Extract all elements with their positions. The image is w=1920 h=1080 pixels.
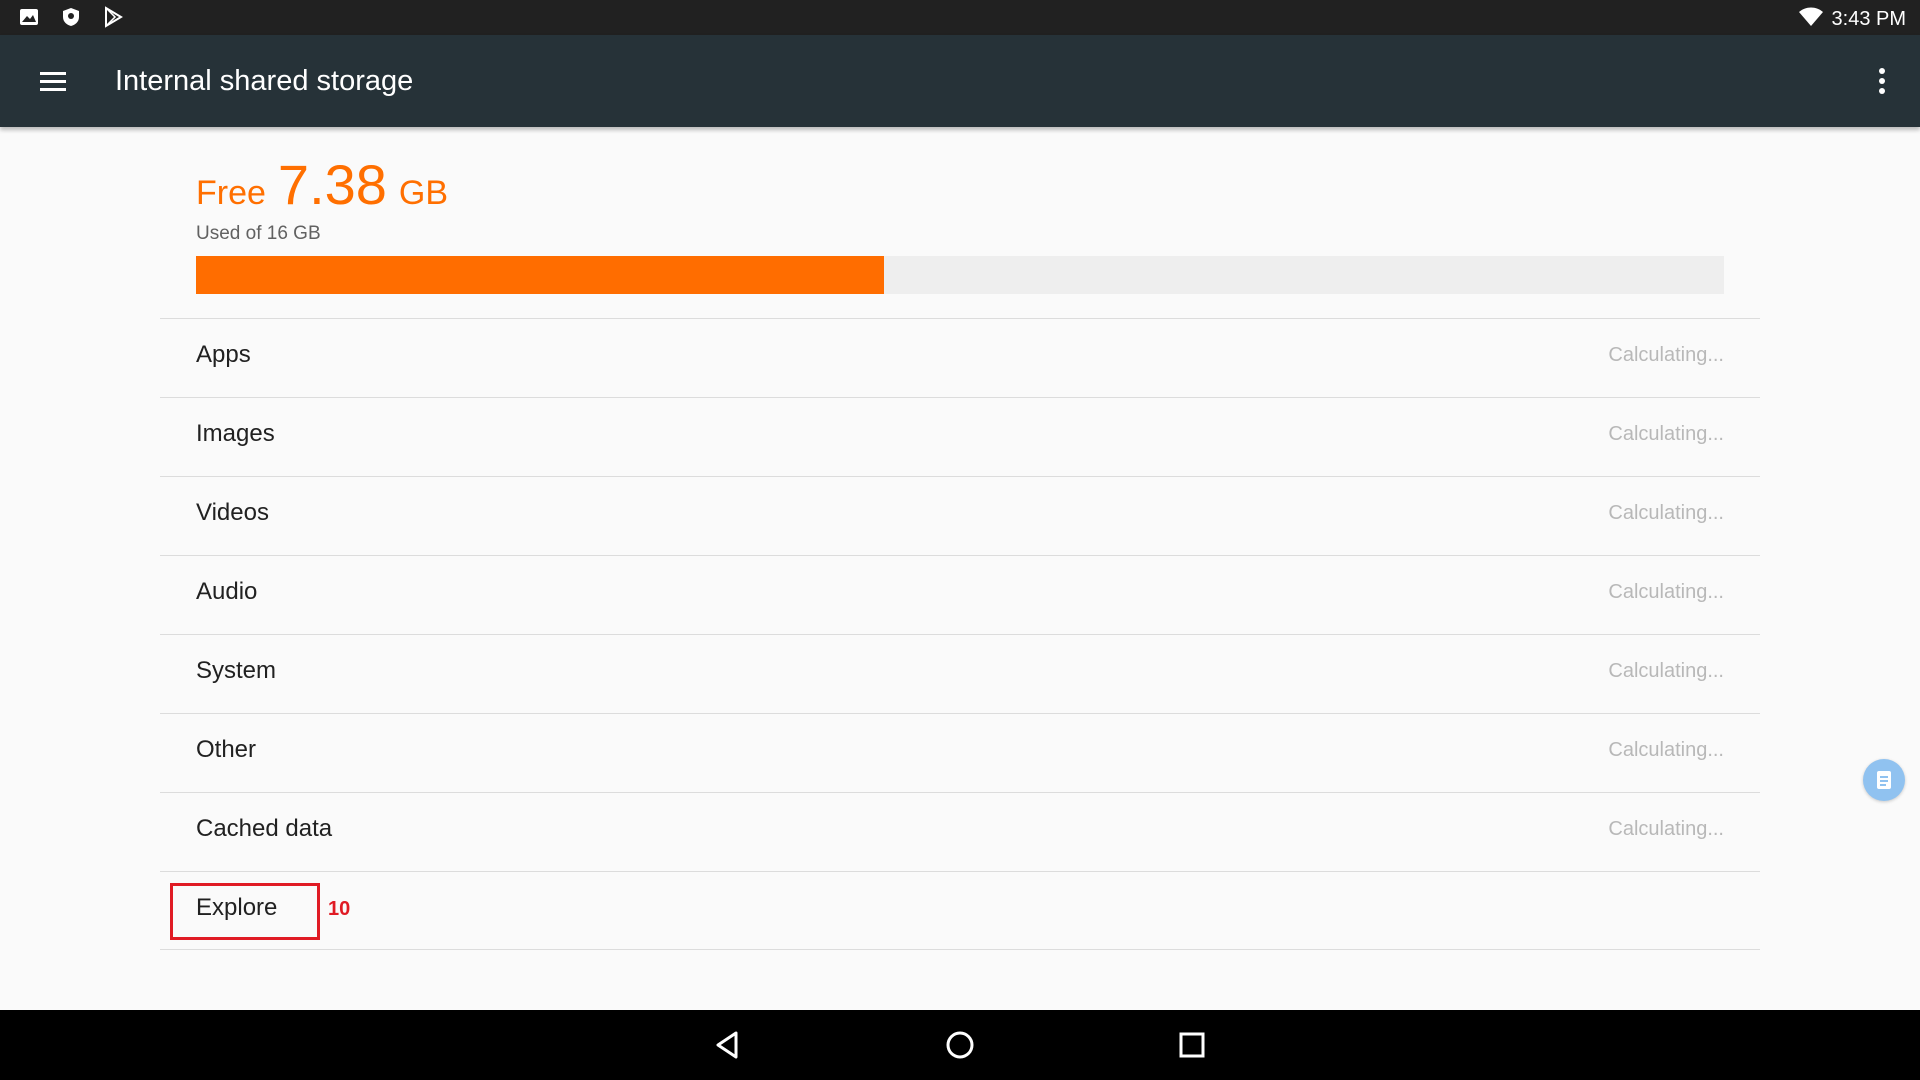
category-size: Calculating... <box>1608 739 1724 761</box>
storage-usage-bar <box>196 256 1724 294</box>
category-row-system[interactable]: System Calculating... <box>160 634 1760 713</box>
category-size: Calculating... <box>1608 344 1724 366</box>
free-label: Free <box>196 174 266 212</box>
free-value: 7.38 <box>277 153 387 216</box>
category-label: Cached data <box>196 815 333 842</box>
category-row-audio[interactable]: Audio Calculating... <box>160 555 1760 634</box>
free-space-line: Free 7.38 GB <box>196 152 448 217</box>
page-title: Internal shared storage <box>115 65 414 97</box>
hamburger-menu-icon[interactable] <box>30 63 74 99</box>
free-unit: GB <box>398 174 449 212</box>
storage-usage-fill <box>196 256 884 294</box>
category-label: Other <box>196 736 257 763</box>
category-row-apps[interactable]: Apps Calculating... <box>160 318 1760 397</box>
category-row-cached-data[interactable]: Cached data Calculating... <box>160 792 1760 871</box>
category-label: Videos <box>196 499 269 526</box>
category-label: Images <box>196 420 275 447</box>
status-bar: 3:43 PM <box>0 0 1920 35</box>
category-label: System <box>196 657 277 684</box>
used-of-total: Used of 16 GB <box>196 223 321 244</box>
category-size: Calculating... <box>1608 502 1724 524</box>
note-icon <box>1877 771 1891 789</box>
app-toolbar: Internal shared storage <box>0 35 1920 127</box>
floating-notes-button[interactable] <box>1863 759 1905 801</box>
play-store-icon <box>102 6 124 28</box>
screen: 3:43 PM Internal shared storage Free 7.3… <box>0 0 1920 1080</box>
storage-summary: Free 7.38 GB Used of 16 GB <box>196 152 448 245</box>
back-icon[interactable] <box>710 1027 746 1063</box>
home-icon[interactable] <box>942 1027 978 1063</box>
more-vert-icon[interactable] <box>1870 61 1894 101</box>
navigation-bar <box>0 1010 1920 1080</box>
category-row-images[interactable]: Images Calculating... <box>160 397 1760 476</box>
category-row-videos[interactable]: Videos Calculating... <box>160 476 1760 555</box>
category-label: Audio <box>196 578 258 605</box>
category-label: Apps <box>196 341 251 368</box>
wifi-icon <box>1798 6 1824 33</box>
image-icon <box>18 6 40 28</box>
category-size: Calculating... <box>1608 423 1724 445</box>
category-size: Calculating... <box>1608 660 1724 682</box>
category-size: Calculating... <box>1608 818 1724 840</box>
category-row-explore[interactable]: Explore <box>160 871 1760 950</box>
storage-category-list: Apps Calculating... Images Calculating... Vi… <box>160 318 1760 950</box>
category-size: Calculating... <box>1608 581 1724 603</box>
category-label: Explore <box>196 894 278 921</box>
shield-icon <box>60 6 82 28</box>
annotation-number: 10 <box>328 898 351 920</box>
recents-icon[interactable] <box>1174 1027 1210 1063</box>
category-row-other[interactable]: Other Calculating... <box>160 713 1760 792</box>
status-clock: 3:43 PM <box>1831 8 1906 30</box>
